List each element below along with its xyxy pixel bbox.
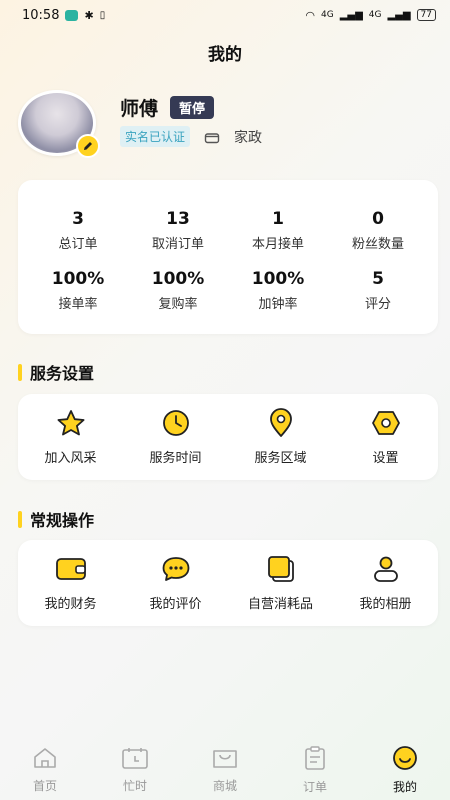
stat-label: 接单率: [58, 296, 98, 312]
stat-item[interactable]: 100% 加钟率: [228, 260, 328, 320]
settings-hexagon-icon: [370, 408, 402, 438]
status-badge[interactable]: 暂停: [170, 96, 215, 119]
verified-badge: 实名已认证: [120, 126, 191, 147]
calendar-icon: [121, 746, 149, 774]
stat-label: 粉丝数量: [351, 236, 404, 252]
bluetooth-icon: ✱: [84, 8, 94, 22]
stat-label: 总订单: [58, 236, 98, 252]
stat-value: 3: [72, 208, 84, 229]
shop-icon: [204, 132, 220, 143]
stat-label: 加钟率: [258, 296, 298, 312]
worker-name: 师傅: [120, 98, 159, 120]
signal-icon: ▂▄▆: [387, 9, 411, 21]
stat-item[interactable]: 0 粉丝数量: [328, 200, 428, 260]
menu-label: 我的相册: [359, 597, 412, 612]
service-settings-card: 加入风采 服务时间 服务区域 设置: [18, 394, 438, 480]
edit-avatar-button[interactable]: [76, 134, 100, 158]
menu-item-chat-bubble[interactable]: 我的评价: [123, 540, 228, 626]
stat-value: 5: [372, 268, 384, 289]
stat-item[interactable]: 100% 复购率: [128, 260, 228, 320]
wifi-icon: ◠: [305, 8, 315, 22]
stat-label: 评分: [364, 296, 391, 312]
section-title: 常规操作: [30, 511, 95, 530]
network-label-b: 4G: [368, 10, 382, 20]
page-title: 我的: [208, 45, 242, 65]
stat-value: 100%: [251, 268, 305, 289]
person-album-icon: [370, 554, 402, 584]
stat-label: 本月接单: [251, 236, 304, 252]
pencil-icon: [84, 142, 92, 150]
menu-label: 服务时间: [149, 451, 202, 466]
bottom-tab-bar: 首页 忙时 商城 订单 我的: [0, 740, 450, 800]
stat-value: 13: [166, 208, 190, 229]
stat-item[interactable]: 13 取消订单: [128, 200, 228, 260]
service-category: 家政: [234, 129, 263, 146]
menu-item-supplies[interactable]: 自营消耗品: [228, 540, 333, 626]
tab-label: 订单: [302, 780, 327, 794]
menu-item-person-album[interactable]: 我的相册: [333, 540, 438, 626]
menu-label: 设置: [372, 451, 399, 466]
menu-label: 加入风采: [44, 451, 97, 466]
chat-bubble-icon: [160, 554, 192, 584]
service-settings-heading: 服务设置: [18, 360, 94, 384]
clipboard-icon: [303, 745, 327, 775]
section-accent-bar: [18, 510, 22, 528]
stat-item[interactable]: 5 评分: [328, 260, 428, 320]
menu-item-wallet[interactable]: 我的财务: [18, 540, 123, 626]
network-label-a: 4G: [320, 10, 334, 20]
common-actions-card: 我的财务 我的评价 自营消耗品 我的相册: [18, 540, 438, 626]
menu-item-clock[interactable]: 服务时间: [123, 394, 228, 480]
location-pin-icon: [265, 408, 297, 438]
tab-label: 首页: [32, 779, 57, 793]
tab-smile[interactable]: 我的: [360, 740, 450, 800]
section-accent-bar: [18, 363, 22, 381]
menu-item-star[interactable]: 加入风采: [18, 394, 123, 480]
supplies-icon: [265, 554, 297, 584]
home-icon: [32, 746, 58, 774]
tab-label: 忙时: [122, 779, 147, 793]
stat-value: 100%: [51, 268, 105, 289]
stat-label: 复购率: [158, 296, 198, 312]
menu-label: 我的评价: [149, 597, 202, 612]
section-title: 服务设置: [30, 364, 95, 383]
tab-label: 我的: [392, 780, 417, 794]
profile-header: 师傅 暂停 实名已认证 家政: [18, 90, 438, 160]
stat-item[interactable]: 3 总订单: [28, 200, 128, 260]
shop-bag-icon: [211, 746, 239, 774]
status-bar: 10:58 ✱ ▯ ◠ 4G ▂▄▆ 4G ▂▄▆ 77: [0, 0, 450, 30]
star-icon: [55, 408, 87, 438]
stat-item[interactable]: 100% 接单率: [28, 260, 128, 320]
vibrate-icon: ▯: [99, 9, 106, 21]
menu-label: 自营消耗品: [247, 597, 313, 612]
app-notification-icon: [65, 9, 79, 21]
stat-value: 100%: [151, 268, 205, 289]
smile-icon: [392, 745, 418, 775]
tab-shop-bag[interactable]: 商城: [180, 740, 270, 800]
stats-card: 3 总订单 13 取消订单 1 本月接单 0 粉丝数量 100% 接单率 100% 复购率 100% 加钟…: [18, 180, 438, 334]
tab-calendar[interactable]: 忙时: [90, 740, 180, 800]
stat-label: 取消订单: [151, 236, 204, 252]
status-time: 10:58: [22, 7, 60, 23]
wallet-icon: [55, 554, 87, 584]
battery-indicator: 77: [416, 9, 436, 21]
tab-label: 商城: [212, 779, 237, 793]
stat-value: 0: [372, 208, 384, 229]
menu-label: 服务区域: [254, 451, 307, 466]
tab-clipboard[interactable]: 订单: [270, 740, 360, 800]
stat-item[interactable]: 1 本月接单: [228, 200, 328, 260]
tab-home[interactable]: 首页: [0, 740, 90, 800]
common-actions-heading: 常规操作: [18, 507, 94, 531]
menu-item-location-pin[interactable]: 服务区域: [228, 394, 333, 480]
stat-value: 1: [272, 208, 284, 229]
signal-icon: ▂▄▆: [339, 9, 363, 21]
menu-item-settings-hexagon[interactable]: 设置: [333, 394, 438, 480]
menu-label: 我的财务: [44, 597, 97, 612]
clock-icon: [160, 408, 192, 438]
